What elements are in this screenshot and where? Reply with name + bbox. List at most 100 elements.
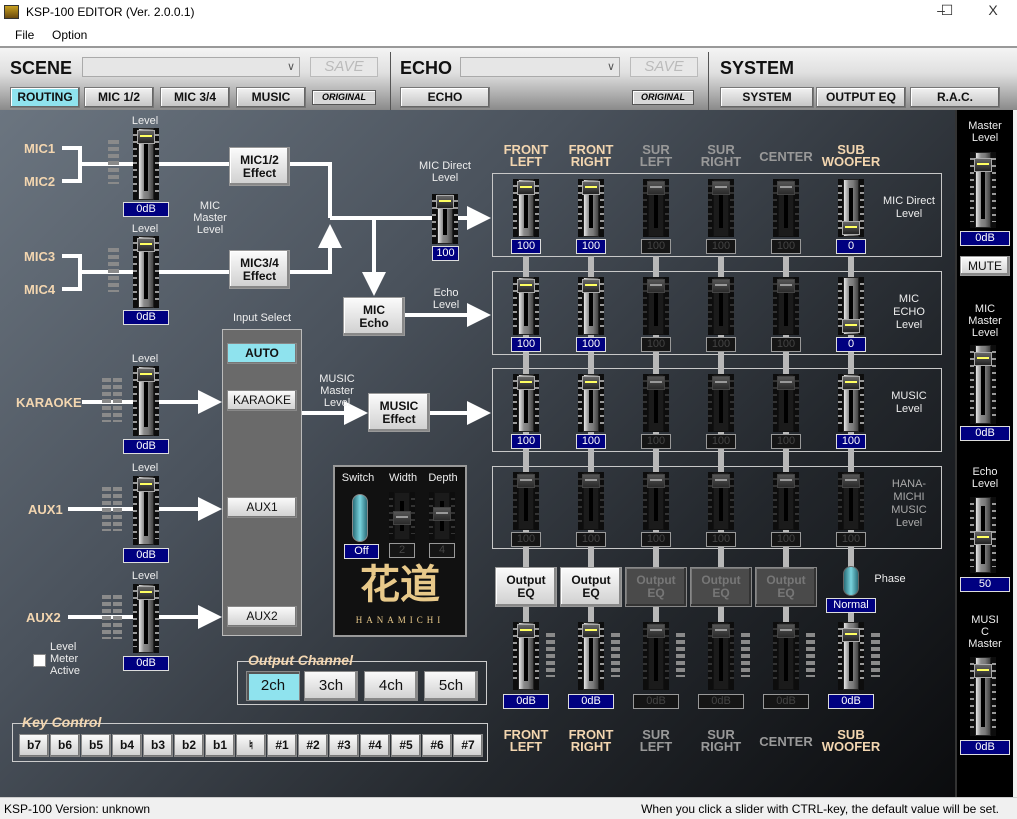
slider-thumb[interactable]: [842, 628, 860, 643]
scene-original-button[interactable]: ORIGINAL: [312, 90, 376, 105]
key-button-10[interactable]: #2: [298, 734, 328, 757]
row2-channel-slider[interactable]: [578, 277, 604, 335]
output-eq-button[interactable]: Output EQ: [755, 567, 817, 607]
menu-option[interactable]: Option: [52, 28, 87, 42]
key-button-11[interactable]: #3: [329, 734, 359, 757]
key-button-4[interactable]: b4: [112, 734, 142, 757]
tab-music[interactable]: MUSIC: [236, 87, 306, 108]
slider-thumb[interactable]: [842, 319, 860, 334]
slider-thumb[interactable]: [137, 478, 155, 493]
row4-channel-slider[interactable]: [578, 472, 604, 530]
row4-channel-slider[interactable]: [513, 472, 539, 530]
row3-channel-slider[interactable]: [838, 374, 864, 432]
slider-thumb[interactable]: [712, 473, 730, 488]
slider-thumb[interactable]: [647, 624, 665, 639]
row2-channel-slider[interactable]: [513, 277, 539, 335]
mute-button[interactable]: MUTE: [960, 256, 1010, 276]
slider-thumb[interactable]: [517, 624, 535, 639]
output-master-slider[interactable]: [838, 622, 864, 690]
mic34-effect-button[interactable]: MIC3/4 Effect: [229, 250, 290, 289]
slider-thumb[interactable]: [393, 510, 411, 525]
output-eq-button[interactable]: Output EQ: [690, 567, 752, 607]
input-aux2-button[interactable]: AUX2: [227, 606, 297, 627]
row1-channel-slider[interactable]: [643, 179, 669, 237]
slider-thumb[interactable]: [582, 624, 600, 639]
input-auto-button[interactable]: AUTO: [227, 343, 297, 364]
mic-echo-button[interactable]: MIC Echo: [343, 297, 405, 336]
slider-thumb[interactable]: [712, 180, 730, 195]
row3-channel-slider[interactable]: [513, 374, 539, 432]
key-button-13[interactable]: #5: [391, 734, 421, 757]
slider-thumb[interactable]: [517, 180, 535, 195]
slider-thumb[interactable]: [137, 586, 155, 601]
row3-channel-slider[interactable]: [773, 374, 799, 432]
maximize-button[interactable]: ☐: [932, 2, 962, 19]
slider-thumb[interactable]: [842, 221, 860, 236]
slider-thumb[interactable]: [647, 375, 665, 390]
slider-thumb[interactable]: [582, 180, 600, 195]
tab-routing[interactable]: ROUTING: [10, 87, 80, 108]
output-eq-button[interactable]: Output EQ: [560, 567, 622, 607]
echo-level-slider[interactable]: [970, 497, 996, 573]
row2-channel-slider[interactable]: [773, 277, 799, 335]
close-button[interactable]: X: [978, 2, 1008, 18]
row1-channel-slider[interactable]: [578, 179, 604, 237]
music-effect-button[interactable]: MUSIC Effect: [368, 393, 430, 432]
output-master-slider[interactable]: [708, 622, 734, 690]
slider-thumb[interactable]: [517, 473, 535, 488]
row4-channel-slider[interactable]: [838, 472, 864, 530]
slider-thumb[interactable]: [582, 278, 600, 293]
key-button-15[interactable]: #7: [453, 734, 483, 757]
output-eq-button[interactable]: Output EQ: [625, 567, 687, 607]
tab-output-eq[interactable]: OUTPUT EQ: [816, 87, 906, 108]
slider-thumb[interactable]: [777, 473, 795, 488]
hanamichi-switch-toggle[interactable]: [352, 494, 368, 542]
slider-thumb[interactable]: [777, 624, 795, 639]
mic-master-level-slider[interactable]: [970, 345, 996, 424]
slider-thumb[interactable]: [777, 375, 795, 390]
slider-thumb[interactable]: [712, 375, 730, 390]
output-4ch-button[interactable]: 4ch: [364, 671, 418, 701]
key-button-1[interactable]: b7: [19, 734, 49, 757]
output-eq-button[interactable]: Output EQ: [495, 567, 557, 607]
row1-channel-slider[interactable]: [513, 179, 539, 237]
menu-file[interactable]: File: [15, 28, 34, 42]
tab-mic34[interactable]: MIC 3/4: [160, 87, 230, 108]
hanamichi-depth-slider[interactable]: [429, 492, 455, 540]
master-level-slider[interactable]: [970, 152, 996, 228]
slider-thumb[interactable]: [974, 351, 992, 366]
key-button-5[interactable]: b3: [143, 734, 173, 757]
slider-thumb[interactable]: [974, 531, 992, 546]
slider-thumb[interactable]: [647, 278, 665, 293]
mic34-level-slider[interactable]: [133, 236, 159, 308]
mic12-level-slider[interactable]: [133, 128, 159, 200]
mic12-effect-button[interactable]: MIC1/2 Effect: [229, 147, 290, 186]
key-button-2[interactable]: b6: [50, 734, 80, 757]
slider-thumb[interactable]: [517, 278, 535, 293]
output-3ch-button[interactable]: 3ch: [304, 671, 358, 701]
level-meter-active-checkbox[interactable]: [33, 654, 46, 667]
output-5ch-button[interactable]: 5ch: [424, 671, 478, 701]
aux2-level-slider[interactable]: [133, 584, 159, 653]
tab-system[interactable]: SYSTEM: [720, 87, 814, 108]
key-button-3[interactable]: b5: [81, 734, 111, 757]
tab-mic12[interactable]: MIC 1/2: [84, 87, 154, 108]
row2-channel-slider[interactable]: [708, 277, 734, 335]
slider-thumb[interactable]: [647, 473, 665, 488]
slider-thumb[interactable]: [436, 195, 454, 210]
phase-toggle[interactable]: [843, 566, 859, 596]
key-button-8[interactable]: ♮: [236, 734, 266, 757]
echo-select[interactable]: ∨: [460, 57, 620, 77]
aux1-level-slider[interactable]: [133, 476, 159, 545]
slider-thumb[interactable]: [137, 368, 155, 383]
key-button-6[interactable]: b2: [174, 734, 204, 757]
echo-save-button[interactable]: SAVE: [630, 57, 698, 77]
output-master-slider[interactable]: [578, 622, 604, 690]
row4-channel-slider[interactable]: [773, 472, 799, 530]
input-aux1-button[interactable]: AUX1: [227, 497, 297, 518]
echo-original-button[interactable]: ORIGINAL: [632, 90, 694, 105]
row4-channel-slider[interactable]: [708, 472, 734, 530]
slider-thumb[interactable]: [137, 130, 155, 145]
key-button-7[interactable]: b1: [205, 734, 235, 757]
slider-thumb[interactable]: [777, 278, 795, 293]
